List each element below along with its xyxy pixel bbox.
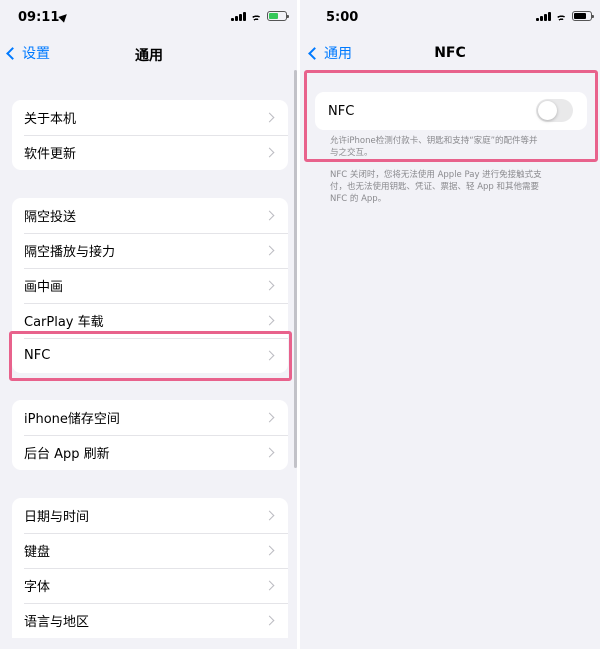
chevron-right-icon	[264, 112, 275, 123]
nfc-label: NFC	[328, 103, 355, 119]
nfc-description: 允许iPhone检测付款卡、钥匙和支持“家庭”的配件等并 与之交互。	[330, 135, 538, 159]
chevron-right-icon	[264, 447, 275, 458]
nfc-settings-screen: 5:00 通用 NFC NFC	[300, 0, 600, 649]
status-bar: 09:11	[0, 0, 298, 34]
row-label: NFC	[24, 348, 51, 363]
nfc-off-note-line: 付，也无法使用钥匙、凭证、票据、轻 App 和其他需要	[330, 182, 540, 192]
general-settings-screen: 09:11 设置 通用 关于本机 软件更新 隔空投送 隔空播放与接力 画中画 C…	[0, 0, 298, 649]
row-label: 隔空播放与接力	[24, 245, 116, 260]
row-label: 日期与时间	[24, 510, 90, 525]
chevron-right-icon	[264, 147, 275, 158]
chevron-right-icon	[264, 210, 275, 221]
nfc-description-line: 与之交互。	[330, 148, 373, 158]
page-title: 通用	[135, 48, 163, 64]
row-software-update[interactable]: 软件更新	[12, 135, 288, 170]
row-carplay[interactable]: CarPlay 车载	[12, 303, 288, 338]
status-bar: 5:00	[300, 0, 600, 34]
nfc-off-note-line: NFC 关闭时，您将无法使用 Apple Pay 进行免接触式支	[330, 170, 542, 180]
location-arrow-icon	[58, 11, 70, 23]
battery-icon	[571, 11, 594, 21]
chevron-right-icon	[264, 350, 275, 361]
cellular-signal-icon	[536, 11, 551, 21]
row-background-app-refresh[interactable]: 后台 App 刷新	[12, 435, 288, 470]
chevron-right-icon	[264, 615, 275, 626]
settings-group-storage: iPhone储存空间 后台 App 刷新	[12, 400, 288, 470]
wifi-icon	[555, 11, 568, 21]
row-label: iPhone储存空间	[24, 412, 120, 427]
row-about[interactable]: 关于本机	[12, 100, 288, 135]
row-airdrop[interactable]: 隔空投送	[12, 198, 288, 233]
nfc-toggle-row: NFC	[315, 92, 587, 130]
status-time: 09:11	[18, 10, 60, 25]
nfc-description-line: 允许iPhone检测付款卡、钥匙和支持“家庭”的配件等并	[330, 136, 538, 146]
settings-group-about: 关于本机 软件更新	[12, 100, 288, 170]
row-label: 关于本机	[24, 112, 77, 127]
nfc-off-note-line: NFC 的 App。	[330, 194, 387, 204]
row-date-time[interactable]: 日期与时间	[12, 498, 288, 533]
chevron-right-icon	[264, 510, 275, 521]
wifi-icon	[250, 11, 263, 21]
page-title: NFC	[434, 45, 466, 61]
row-picture-in-picture[interactable]: 画中画	[12, 268, 288, 303]
cellular-signal-icon	[231, 11, 246, 21]
battery-icon	[266, 11, 289, 21]
nfc-off-note: NFC 关闭时，您将无法使用 Apple Pay 进行免接触式支 付，也无法使用…	[330, 169, 542, 205]
chevron-right-icon	[264, 580, 275, 591]
row-label: 语言与地区	[24, 615, 90, 630]
row-keyboard[interactable]: 键盘	[12, 533, 288, 568]
row-iphone-storage[interactable]: iPhone储存空间	[12, 400, 288, 435]
status-time: 5:00	[326, 10, 359, 25]
row-label: 软件更新	[24, 147, 77, 162]
row-fonts[interactable]: 字体	[12, 568, 288, 603]
row-nfc[interactable]: NFC	[12, 338, 288, 373]
row-label: 画中画	[24, 280, 64, 295]
chevron-right-icon	[264, 412, 275, 423]
row-language-region[interactable]: 语言与地区	[12, 603, 288, 638]
chevron-right-icon	[264, 245, 275, 256]
row-label: CarPlay 车载	[24, 315, 104, 330]
toggle-knob	[538, 101, 557, 120]
settings-group-connectivity: 隔空投送 隔空播放与接力 画中画 CarPlay 车载 NFC	[12, 198, 288, 373]
chevron-right-icon	[264, 315, 275, 326]
chevron-right-icon	[264, 545, 275, 556]
row-label: 隔空投送	[24, 210, 77, 225]
scroll-indicator	[294, 70, 297, 468]
row-label: 键盘	[24, 545, 51, 560]
row-airplay-handoff[interactable]: 隔空播放与接力	[12, 233, 288, 268]
row-label: 字体	[24, 580, 51, 595]
chevron-right-icon	[264, 280, 275, 291]
row-label: 后台 App 刷新	[24, 447, 110, 462]
nfc-toggle[interactable]	[536, 99, 573, 122]
settings-group-locale: 日期与时间 键盘 字体 语言与地区	[12, 498, 288, 638]
